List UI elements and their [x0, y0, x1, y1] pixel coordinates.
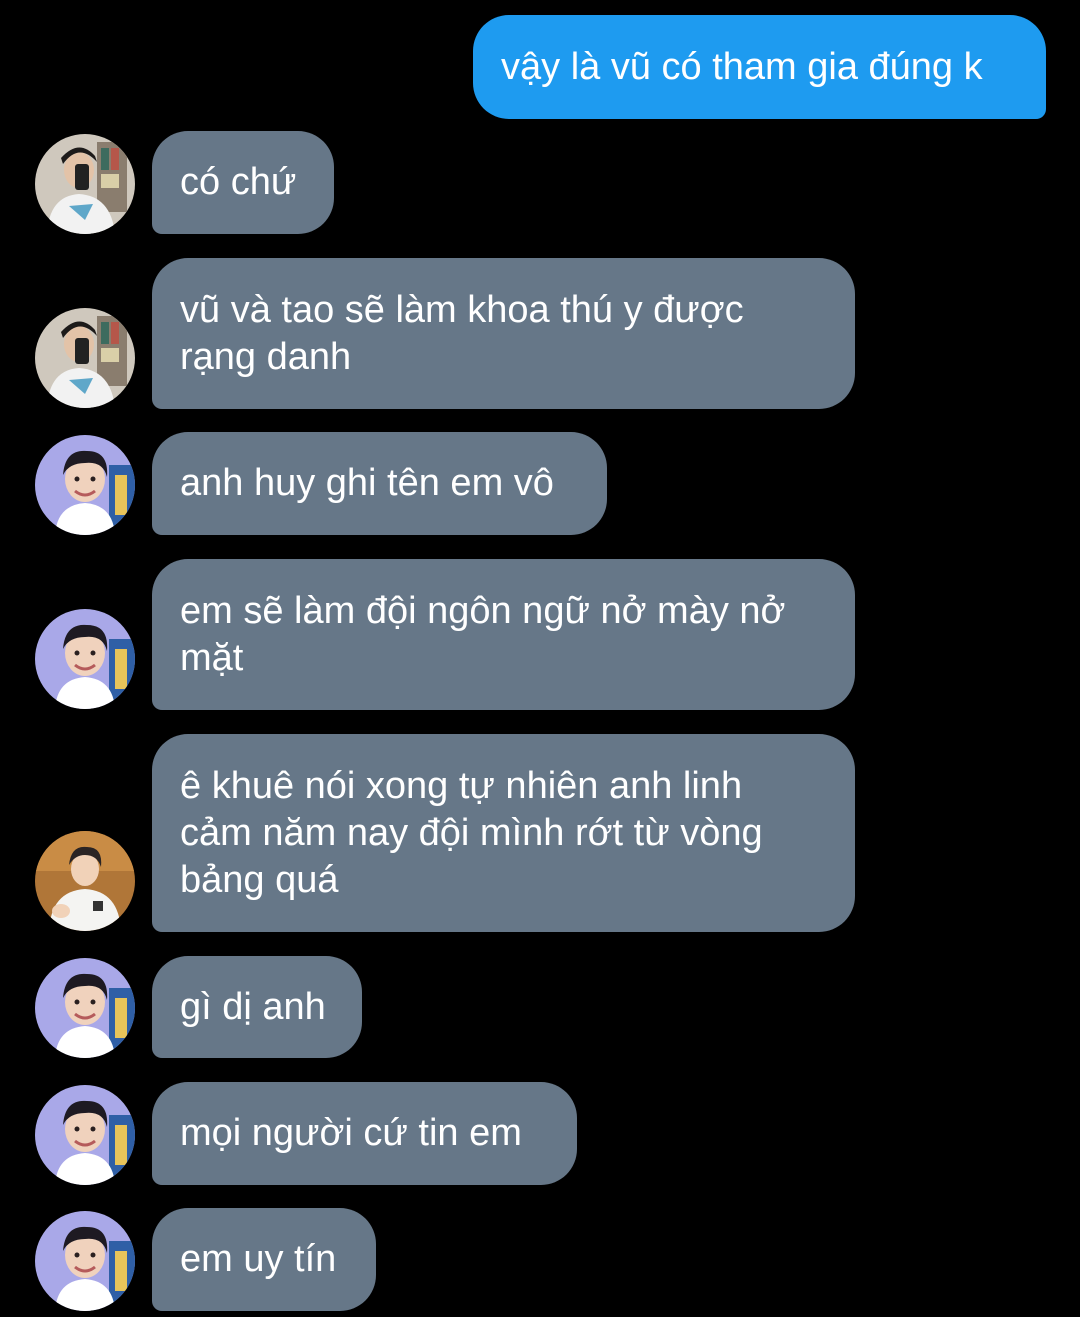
message-text: anh huy ghi tên em vô: [180, 462, 554, 504]
message-line: bảng quá: [180, 858, 339, 901]
message-bubble-received[interactable]: mọi người cứ tin em: [152, 1082, 577, 1185]
message-line: em sẽ làm đội ngôn ngữ nở mày nở: [180, 589, 786, 632]
avatar-boy-smiling[interactable]: [35, 1211, 135, 1311]
message-line: ê khuê nói xong tự nhiên anh linh: [180, 764, 743, 807]
avatar-boy-smiling[interactable]: [35, 958, 135, 1058]
message-text: em uy tín: [180, 1238, 337, 1280]
message-text: có chứ: [180, 161, 297, 203]
avatar-boy-smiling[interactable]: [35, 435, 135, 535]
message-bubble-received[interactable]: ê khuê nói xong tự nhiên anh linh cảm nă…: [152, 734, 855, 932]
message-line: cảm năm nay đội mình rớt từ vòng: [180, 811, 763, 854]
avatar-boy-white-shirt[interactable]: [35, 831, 135, 931]
message-line: mặt: [180, 636, 244, 679]
message-text: em sẽ làm đội ngôn ngữ nở mày nở mặt: [180, 588, 785, 682]
avatar-boy-mirror-selfie[interactable]: [35, 134, 135, 234]
message-bubble-received[interactable]: vũ và tao sẽ làm khoa thú y được rạng da…: [152, 258, 855, 409]
message-bubble-received[interactable]: em sẽ làm đội ngôn ngữ nở mày nở mặt: [152, 559, 855, 710]
message-line: vũ và tao sẽ làm khoa thú y được: [180, 288, 744, 331]
avatar-boy-smiling[interactable]: [35, 1085, 135, 1185]
message-bubble-sent[interactable]: vậy là vũ có tham gia đúng k: [473, 15, 1046, 119]
message-text: vũ và tao sẽ làm khoa thú y được rạng da…: [180, 287, 744, 381]
message-line: rạng danh: [180, 335, 352, 378]
avatar-boy-mirror-selfie[interactable]: [35, 308, 135, 408]
message-text: vậy là vũ có tham gia đúng k: [501, 45, 983, 88]
message-bubble-received[interactable]: gì dị anh: [152, 956, 362, 1058]
message-bubble-received[interactable]: có chứ: [152, 131, 334, 234]
message-text: ê khuê nói xong tự nhiên anh linh cảm nă…: [180, 763, 763, 904]
message-bubble-received[interactable]: em uy tín: [152, 1208, 376, 1311]
message-bubble-received[interactable]: anh huy ghi tên em vô: [152, 432, 607, 535]
message-text: gì dị anh: [180, 985, 326, 1028]
avatar-boy-smiling[interactable]: [35, 609, 135, 709]
message-text: mọi người cứ tin em: [180, 1112, 522, 1154]
